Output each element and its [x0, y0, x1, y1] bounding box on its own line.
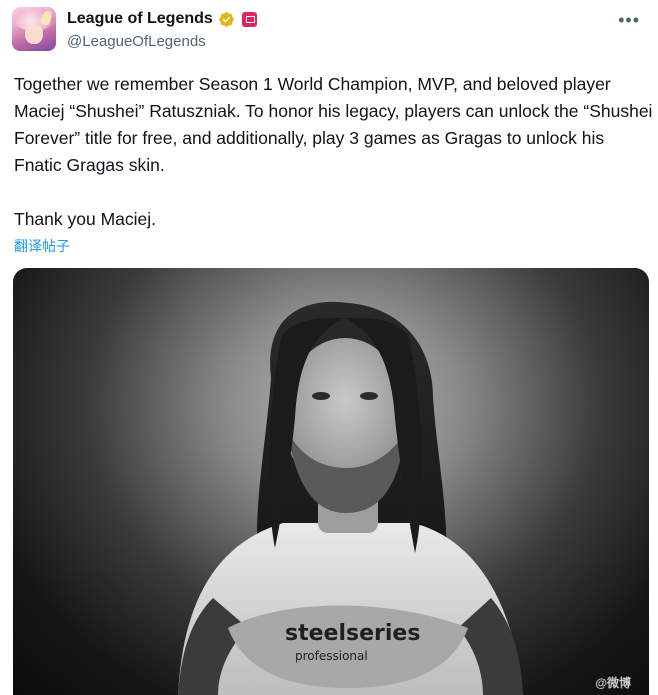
image-watermark: @微博: [595, 676, 631, 690]
tweet-photo[interactable]: steelseries professional @微博: [13, 268, 649, 695]
name-row: League of Legends: [67, 8, 257, 30]
avatar[interactable]: [12, 7, 56, 51]
affiliate-badge-icon: [241, 11, 257, 27]
shirt-logo: steelseries: [285, 621, 420, 646]
shirt-subtext: professional: [295, 649, 368, 663]
portrait-illustration: steelseries professional: [178, 301, 523, 695]
account-handle[interactable]: @LeagueOfLegends: [67, 33, 206, 50]
tweet-header: League of Legends @LeagueOfLegends •••: [12, 4, 646, 56]
verified-badge-icon: [219, 11, 234, 27]
translate-link[interactable]: 翻译帖子: [14, 236, 70, 256]
tweet-card[interactable]: League of Legends @LeagueOfLegends ••• T…: [0, 0, 658, 695]
avatar-face: [25, 24, 43, 44]
more-options-icon[interactable]: •••: [618, 10, 640, 31]
display-name[interactable]: League of Legends: [67, 10, 213, 28]
tweet-text: Together we remember Season 1 World Cham…: [14, 74, 653, 229]
